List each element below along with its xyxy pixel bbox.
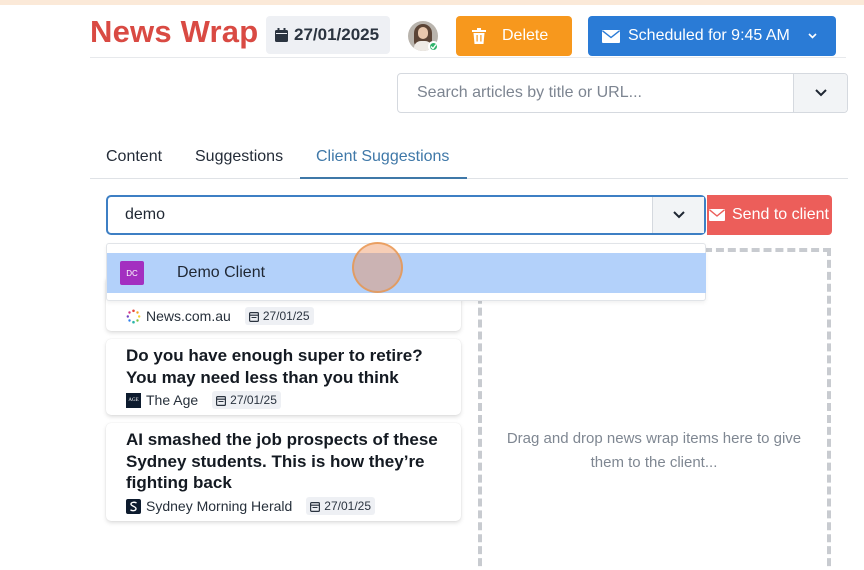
- article-search-input[interactable]: [398, 74, 793, 112]
- article-date-badge: 27/01/25: [212, 391, 281, 409]
- article-title: AI smashed the job prospects of these Sy…: [126, 430, 438, 492]
- tab-client-suggestions[interactable]: Client Suggestions: [316, 148, 449, 166]
- tab-suggestions[interactable]: Suggestions: [195, 148, 283, 166]
- chevron-down-icon: [808, 33, 817, 39]
- article-source: Sydney Morning Herald: [146, 498, 293, 514]
- envelope-icon: [602, 29, 620, 43]
- article-meta: AGE The Age 27/01/25: [126, 391, 281, 409]
- schedule-dropdown-button[interactable]: Scheduled for 9:45 AM: [588, 16, 836, 56]
- article-date-badge: 27/01/25: [244, 307, 314, 325]
- search-dropdown-toggle[interactable]: [793, 74, 847, 112]
- date-picker[interactable]: 27/01/2025: [266, 16, 390, 54]
- article-title: Do you have enough super to retire? You …: [126, 346, 423, 387]
- client-select: [106, 195, 706, 235]
- article-card[interactable]: Do you have enough super to retire? You …: [106, 339, 461, 415]
- client-dropdown-toggle[interactable]: [652, 197, 704, 233]
- verified-check-icon: [428, 41, 439, 52]
- article-card[interactable]: AI smashed the job prospects of these Sy…: [106, 423, 461, 521]
- client-search-input[interactable]: [108, 197, 652, 233]
- newscomau-logo-icon: [126, 309, 141, 323]
- top-accent-strip: [0, 0, 864, 5]
- envelope-icon: [709, 209, 725, 221]
- send-label: Send to client: [732, 206, 829, 223]
- article-source: News.com.au: [146, 308, 231, 324]
- client-dropdown-menu: DC Demo Client: [106, 243, 706, 301]
- content-tabs: Content Suggestions Client Suggestions: [90, 139, 848, 179]
- calendar-icon: [216, 395, 227, 406]
- article-date: 27/01/25: [230, 393, 277, 407]
- chevron-down-icon: [814, 89, 827, 97]
- article-date-badge: 27/01/25: [306, 497, 376, 515]
- scheduled-label: Scheduled for 9:45 AM: [628, 27, 790, 44]
- the-age-logo-icon: AGE: [126, 392, 141, 408]
- article-date: 27/01/25: [324, 499, 372, 513]
- dropzone-instructions: Drag and drop news wrap items here to gi…: [506, 430, 802, 471]
- article-meta: Sydney Morning Herald 27/01/25: [126, 497, 376, 515]
- dropdown-option-demo-client[interactable]: DC Demo Client: [107, 253, 706, 293]
- delete-label: Delete: [502, 27, 549, 44]
- option-label: Demo Client: [177, 264, 266, 281]
- smh-logo-icon: [126, 498, 141, 514]
- client-avatar: DC: [120, 261, 144, 285]
- article-meta: News.com.au 27/01/25: [126, 307, 314, 325]
- article-source: The Age: [146, 392, 199, 408]
- chevron-down-icon: [672, 211, 685, 219]
- delete-button[interactable]: Delete: [456, 16, 572, 56]
- trash-icon: [472, 28, 486, 44]
- calendar-icon: [310, 501, 321, 512]
- click-indicator: [352, 242, 403, 293]
- article-search: [397, 73, 848, 113]
- article-date: 27/01/25: [262, 309, 310, 323]
- header-divider: [90, 57, 846, 58]
- active-tab-indicator: [300, 177, 467, 179]
- calendar-icon: [248, 311, 259, 322]
- date-label: 27/01/2025: [294, 25, 380, 44]
- calendar-icon: [275, 28, 288, 42]
- send-to-client-button[interactable]: Send to client: [707, 195, 832, 235]
- tab-content[interactable]: Content: [106, 148, 162, 166]
- app-title: News Wrap: [90, 14, 259, 49]
